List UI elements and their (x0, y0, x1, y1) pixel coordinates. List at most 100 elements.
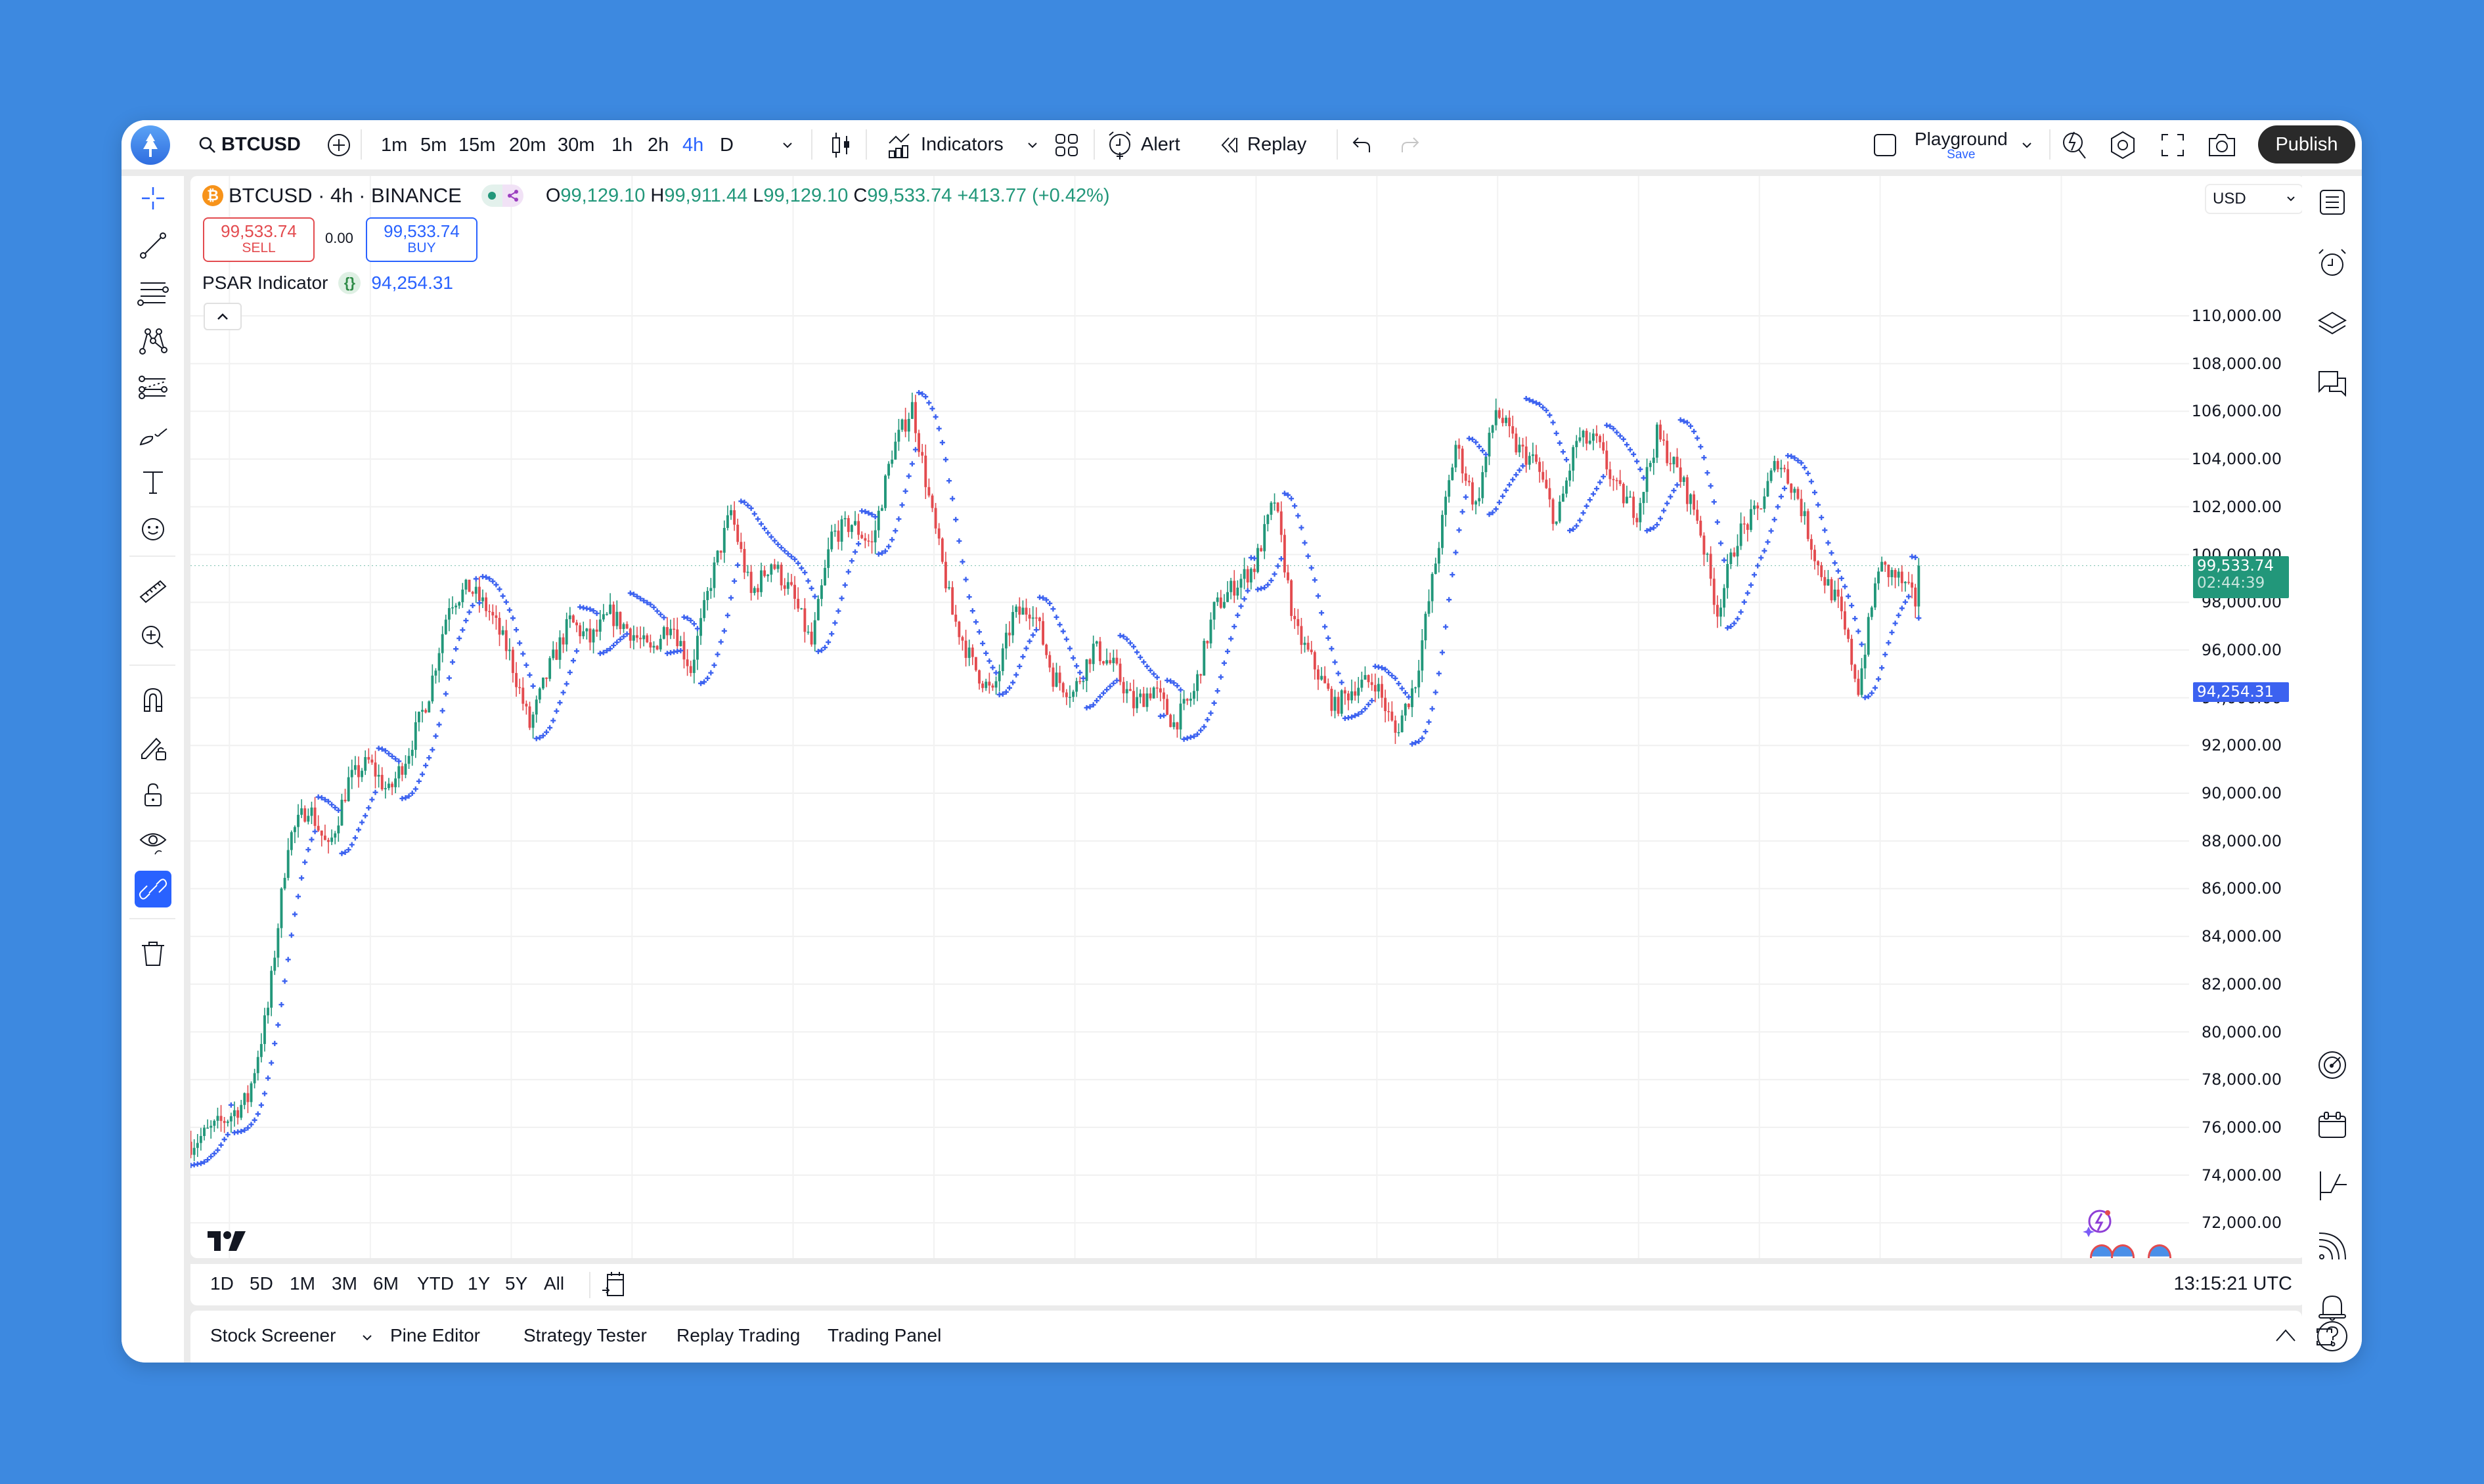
source-code-icon[interactable]: {} (338, 272, 361, 294)
candlestick-icon (832, 132, 849, 158)
app-logo[interactable] (131, 125, 170, 165)
tab-replay-trading[interactable]: Replay Trading (676, 1325, 800, 1346)
link-tool[interactable] (135, 871, 171, 907)
candle-body (1109, 660, 1112, 663)
timeframe-dropdown-button[interactable] (782, 120, 793, 169)
undo-button[interactable] (1351, 120, 1373, 169)
symbol-search-button[interactable]: BTCUSD (198, 120, 301, 169)
sell-button[interactable]: 99,533.74 SELL (203, 217, 315, 262)
timeframe-15m[interactable]: 15m (458, 135, 495, 156)
range-all[interactable]: All (544, 1273, 564, 1294)
timeframe-1h[interactable]: 1h (611, 135, 632, 156)
redo-button[interactable] (1398, 120, 1421, 169)
psar-dot (1114, 678, 1120, 684)
utc-clock[interactable]: 13:15:21 UTC (2173, 1273, 2292, 1295)
buy-button[interactable]: 99,533.74 BUY (366, 217, 477, 262)
layout-name-button[interactable]: Playground Save (1915, 120, 2008, 169)
brush-tool[interactable] (135, 416, 171, 453)
chart-type-button[interactable] (828, 120, 854, 169)
indicators-dropdown-button[interactable] (1027, 120, 1038, 169)
candle-body (753, 588, 756, 594)
snapshot-button[interactable] (2207, 120, 2237, 169)
fullscreen-button[interactable] (2160, 120, 2185, 169)
timeframe-1m[interactable]: 1m (381, 135, 407, 156)
indicator-legend[interactable]: PSAR Indicator {} 94,254.31 (202, 272, 453, 294)
status-badge[interactable] (481, 185, 523, 207)
go-to-date-button[interactable] (601, 1271, 627, 1301)
tab-pine-editor[interactable]: Pine Editor (390, 1325, 480, 1346)
timeframe-20m[interactable]: 20m (509, 135, 546, 156)
tab-trading-panel[interactable]: Trading Panel (828, 1325, 941, 1346)
crosshair-tool[interactable] (135, 180, 171, 217)
text-tool[interactable] (135, 464, 171, 500)
pattern-tool[interactable] (135, 322, 171, 359)
magnet-tool[interactable] (135, 682, 171, 718)
news-event-icon[interactable] (2082, 1207, 2115, 1243)
timeframe-4h[interactable]: 4h (682, 135, 703, 156)
timeframe-5m[interactable]: 5m (420, 135, 447, 156)
indicators-button[interactable]: Indicators (887, 120, 1004, 169)
replay-button[interactable]: Replay (1220, 120, 1306, 169)
zoom-in-tool[interactable] (135, 619, 171, 655)
expand-panel-button[interactable] (2273, 1325, 2299, 1348)
psar-dot (1574, 523, 1580, 529)
psar-dot (839, 596, 845, 601)
range-5y[interactable]: 5Y (505, 1273, 527, 1294)
hide-drawings-tool[interactable] (135, 823, 171, 860)
publish-button[interactable]: Publish (2258, 125, 2355, 164)
lock-all-tool[interactable] (135, 776, 171, 813)
layouts-button[interactable] (1054, 120, 1079, 169)
emoji-tool[interactable] (135, 511, 171, 548)
timeframe-2h[interactable]: 2h (648, 135, 669, 156)
lock-drawings-tool[interactable] (135, 729, 171, 766)
timeframe-30m[interactable]: 30m (558, 135, 594, 156)
candle-body (1021, 607, 1025, 615)
options-payoff-icon (2320, 1171, 2347, 1200)
object-tree-button[interactable] (2314, 305, 2351, 341)
screener-dropdown-button[interactable] (361, 1333, 373, 1345)
options-button[interactable] (2314, 1168, 2351, 1204)
candle-body (317, 825, 320, 831)
forecast-tool[interactable] (135, 369, 171, 406)
range-6m[interactable]: 6M (373, 1273, 399, 1294)
psar-dot (1235, 613, 1241, 619)
settings-button[interactable] (2109, 120, 2137, 169)
screener-button[interactable] (2314, 1047, 2351, 1083)
candle-body (1706, 554, 1709, 555)
tab-strategy-tester[interactable]: Strategy Tester (523, 1325, 647, 1346)
measure-tool[interactable] (135, 571, 171, 608)
range-5d[interactable]: 5D (250, 1273, 273, 1294)
delete-tool[interactable] (135, 934, 171, 971)
calendar-button[interactable] (2314, 1107, 2351, 1144)
chart-pane[interactable]: ₿ BTCUSD · 4h · BINANCE O99,129.10 H99,9… (190, 176, 2305, 1258)
range-1m[interactable]: 1M (290, 1273, 315, 1294)
symbol-title[interactable]: BTCUSD · 4h · BINANCE (229, 184, 462, 207)
collapse-legend-button[interactable] (204, 303, 242, 330)
fib-tool[interactable] (135, 274, 171, 311)
trend-line-tool[interactable] (135, 227, 171, 264)
timeframe-D[interactable]: D (720, 135, 734, 156)
candle-body (481, 597, 484, 601)
watchlist-button[interactable] (2314, 184, 2351, 221)
psar-dot (812, 594, 818, 600)
range-1d[interactable]: 1D (210, 1273, 234, 1294)
help-button[interactable] (2314, 1318, 2351, 1355)
layout-checkbox[interactable] (1872, 120, 1898, 169)
range-ytd[interactable]: YTD (417, 1273, 454, 1294)
layout-dropdown-button[interactable] (2021, 120, 2033, 169)
tab-stock-screener[interactable]: Stock Screener (210, 1325, 336, 1346)
candle-body (1555, 521, 1558, 524)
quick-search-button[interactable] (2061, 120, 2089, 169)
alert-button[interactable]: Alert (1107, 120, 1180, 169)
ideas-stream-button[interactable] (2314, 1228, 2351, 1265)
tradingview-logo[interactable] (206, 1230, 248, 1255)
psar-dot (1913, 554, 1918, 560)
candle-body (538, 688, 541, 700)
chats-button[interactable] (2314, 365, 2351, 402)
candlestick-chart[interactable] (190, 176, 2305, 1258)
alerts-button[interactable] (2314, 244, 2351, 281)
range-3m[interactable]: 3M (332, 1273, 357, 1294)
range-1y[interactable]: 1Y (468, 1273, 490, 1294)
compare-symbol-button[interactable] (326, 120, 352, 169)
currency-select[interactable]: USD (2205, 184, 2303, 214)
